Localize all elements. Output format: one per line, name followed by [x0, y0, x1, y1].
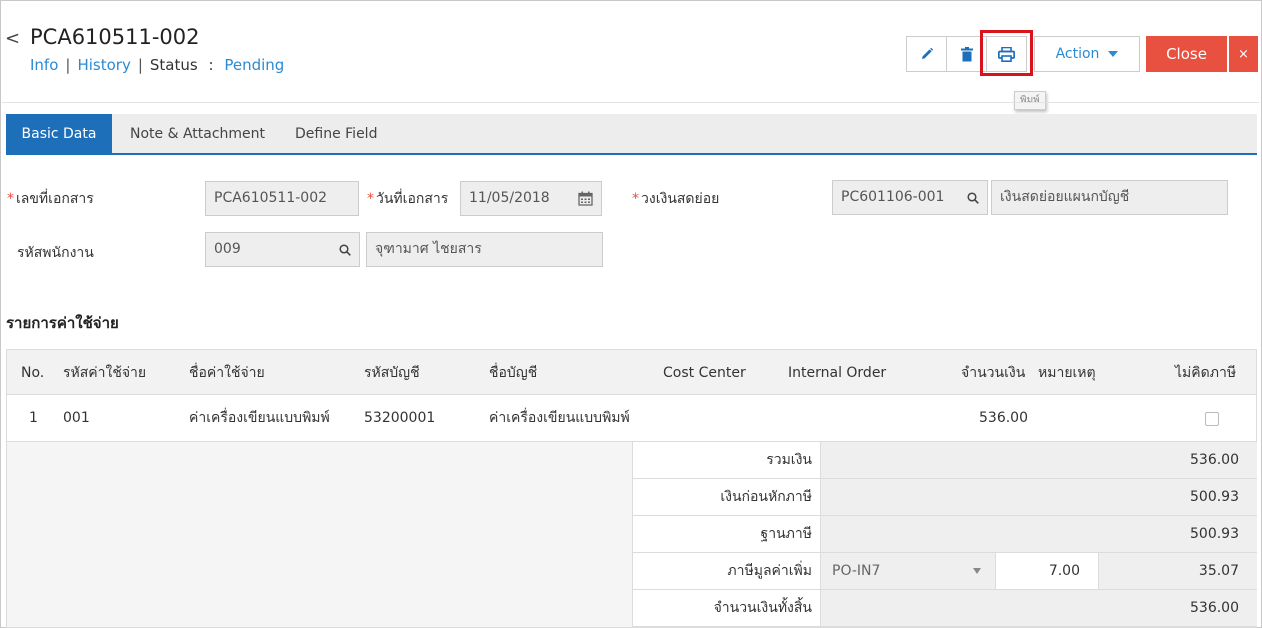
close-button[interactable]: Close	[1146, 36, 1227, 72]
col-account-code: รหัสบัญชี	[364, 365, 420, 381]
pencil-icon	[921, 47, 933, 59]
history-link[interactable]: History	[77, 56, 130, 74]
col-expense-code: รหัสค่าใช้จ่าย	[63, 365, 147, 381]
total-value: 536.00	[820, 442, 1257, 478]
col-expense-name: ชื่อค่าใช้จ่าย	[189, 365, 265, 381]
page-title: PCA610511-002	[30, 25, 200, 49]
employee-label: รหัสพนักงาน	[17, 245, 94, 261]
summary-row-tax-base: ฐานภาษี 500.93	[632, 516, 1257, 553]
employee-name-field: จุฑามาศ ไชยสาร	[366, 232, 603, 267]
petty-cash-code-field[interactable]: PC601106-001	[832, 180, 988, 215]
doc-date-value: 11/05/2018	[469, 190, 550, 206]
tab-bar: Basic Data Note & Attachment Define Fiel…	[6, 114, 1257, 155]
required-marker: *	[632, 191, 639, 207]
caret-down-icon	[1108, 51, 1119, 57]
required-marker: *	[7, 191, 14, 207]
total-label: รวมเงิน	[766, 452, 812, 468]
search-icon[interactable]	[961, 181, 985, 214]
search-icon[interactable]	[333, 233, 357, 266]
calendar-icon[interactable]	[573, 182, 597, 215]
cell-expense-name: ค่าเครื่องเขียนแบบพิมพ์	[189, 410, 330, 426]
petty-cash-label-wrap: * วงเงินสดย่อย	[632, 188, 719, 210]
summary-row-before-tax: เงินก่อนหักภาษี 500.93	[632, 479, 1257, 516]
print-highlight-box	[980, 30, 1033, 76]
cell-account-name: ค่าเครื่องเขียนแบบพิมพ์	[489, 410, 630, 426]
trash-icon	[960, 46, 973, 61]
table-row[interactable]: 1 001 ค่าเครื่องเขียนแบบพิมพ์ 53200001 ค…	[6, 395, 1257, 442]
print-tooltip: พิมพ์	[1014, 91, 1046, 110]
col-no-tax: ไม่คิดภาษี	[1175, 365, 1237, 381]
doc-date-label-wrap: * วันที่เอกสาร	[367, 188, 448, 210]
grand-total-label: จำนวนเงินทั้งสิ้น	[713, 600, 812, 616]
summary-table: รวมเงิน 536.00 เงินก่อนหักภาษี 500.93 ฐา…	[632, 442, 1257, 627]
cell-no: 1	[29, 410, 38, 426]
vat-code-select[interactable]: PO-IN7	[820, 553, 995, 589]
required-marker: *	[367, 191, 374, 207]
col-no: No.	[21, 365, 45, 381]
action-label: Action	[1055, 46, 1100, 62]
sub-nav: Info | History | Status : Pending	[30, 56, 284, 74]
summary-row-vat: ภาษีมูลค่าเพิ่ม PO-IN7 7.00 35.07	[632, 553, 1257, 590]
expense-section-title: รายการค่าใช้จ่าย	[6, 314, 119, 332]
doc-no-label: เลขที่เอกสาร	[16, 191, 94, 207]
petty-cash-label: วงเงินสดย่อย	[641, 191, 720, 207]
divider	[2, 102, 1259, 103]
before-tax-value: 500.93	[820, 479, 1257, 515]
col-cost-center: Cost Center	[663, 365, 746, 381]
status-label: Status	[149, 56, 198, 74]
col-remark: หมายเหตุ	[1038, 365, 1096, 381]
col-internal-order: Internal Order	[788, 365, 887, 381]
col-amount: จำนวนเงิน	[961, 365, 1026, 381]
petty-cash-name-field: เงินสดย่อยแผนกบัญชี	[991, 180, 1228, 215]
summary-row-total: รวมเงิน 536.00	[632, 442, 1257, 479]
employee-code-field[interactable]: 009	[205, 232, 360, 267]
tab-note-attachment[interactable]: Note & Attachment	[130, 114, 265, 155]
before-tax-label: เงินก่อนหักภาษี	[720, 489, 812, 505]
grid-header: No. รหัสค่าใช้จ่าย ชื่อค่าใช้จ่าย รหัสบั…	[6, 349, 1257, 395]
employee-code: 009	[214, 241, 241, 257]
info-link[interactable]: Info	[30, 56, 58, 74]
doc-date-field[interactable]: 11/05/2018	[460, 181, 602, 216]
doc-date-label: วันที่เอกสาร	[376, 191, 449, 207]
edit-button[interactable]	[906, 36, 947, 72]
separator: |	[65, 56, 71, 74]
tax-base-value: 500.93	[820, 516, 1257, 552]
vat-label: ภาษีมูลค่าเพิ่ม	[727, 563, 812, 579]
separator: |	[137, 56, 143, 74]
summary-row-grand-total: จำนวนเงินทั้งสิ้น 536.00	[632, 590, 1257, 627]
tab-basic-data[interactable]: Basic Data	[6, 114, 112, 155]
no-tax-checkbox[interactable]	[1205, 412, 1219, 426]
vat-code-value: PO-IN7	[832, 563, 881, 579]
dropdown-arrow-icon	[973, 568, 981, 574]
vat-rate-input[interactable]: 7.00	[995, 553, 1098, 589]
cell-expense-code: 001	[63, 410, 90, 426]
vat-amount: 35.07	[1098, 553, 1257, 589]
petty-cash-code: PC601106-001	[841, 189, 945, 205]
col-account-name: ชื่อบัญชี	[489, 365, 538, 381]
cell-amount: 536.00	[979, 410, 1028, 426]
close-x-icon[interactable]: ×	[1229, 36, 1258, 72]
window-frame: < PCA610511-002 Info | History | Status : Pe…	[0, 0, 1262, 628]
tab-define-field[interactable]: Define Field	[295, 114, 377, 155]
doc-no-label-wrap: * เลขที่เอกสาร	[7, 188, 94, 210]
grand-total-value: 536.00	[820, 590, 1257, 626]
tax-base-label: ฐานภาษี	[760, 526, 812, 542]
doc-no-field[interactable]: PCA610511-002	[205, 181, 359, 216]
status-colon: :	[208, 56, 214, 74]
status-value: Pending	[224, 56, 285, 74]
back-icon[interactable]: <	[5, 28, 20, 49]
cell-account-code: 53200001	[364, 410, 436, 426]
action-dropdown-button[interactable]: Action	[1034, 36, 1140, 72]
